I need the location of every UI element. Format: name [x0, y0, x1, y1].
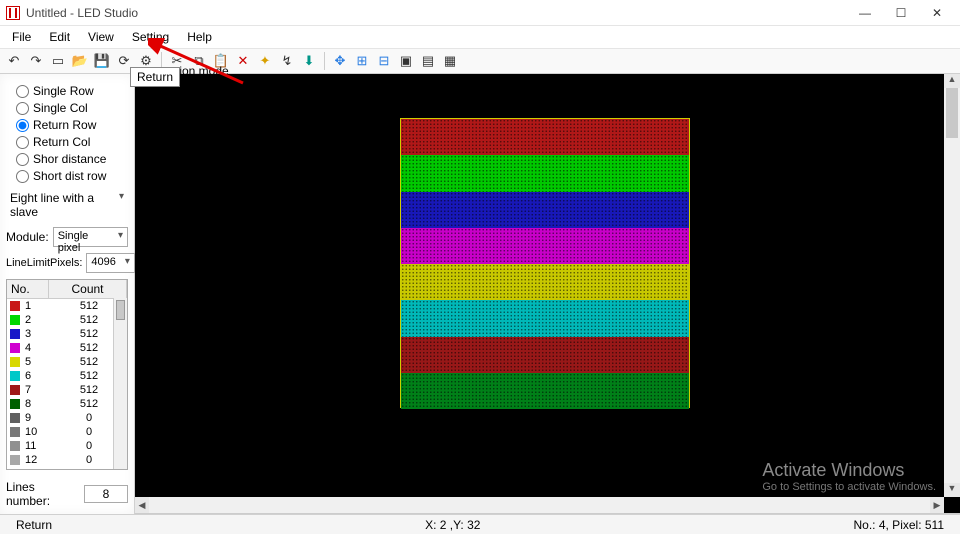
table-row[interactable]: 110: [7, 439, 127, 453]
table-row[interactable]: 1512: [7, 299, 127, 313]
save-icon[interactable]: 💾: [92, 51, 112, 71]
delete-icon[interactable]: ✕: [233, 51, 253, 71]
table-row[interactable]: 8512: [7, 397, 127, 411]
status-pixel: No.: 4, Pixel: 511: [844, 518, 955, 532]
menu-edit[interactable]: Edit: [41, 28, 78, 46]
led-band: [401, 373, 689, 409]
led-band: [401, 192, 689, 228]
table-row[interactable]: 120: [7, 453, 127, 467]
close-button[interactable]: ✕: [920, 2, 954, 24]
table-row[interactable]: 100: [7, 425, 127, 439]
led-band: [401, 155, 689, 191]
lines-table: No. Count 151225123512451255126512751285…: [6, 279, 128, 470]
col-no[interactable]: No.: [7, 280, 49, 298]
led-band: [401, 300, 689, 336]
lines-number-input[interactable]: [84, 485, 128, 503]
radio-single-col[interactable]: Single Col: [16, 101, 128, 115]
menu-view[interactable]: View: [80, 28, 122, 46]
tooltip-return: Return: [130, 67, 180, 87]
table-row[interactable]: 4512: [7, 341, 127, 355]
menubar: File Edit View Setting Help: [0, 26, 960, 49]
col-count[interactable]: Count: [49, 280, 127, 298]
led-panel[interactable]: [400, 118, 690, 408]
monitor-icon[interactable]: ▦: [440, 51, 460, 71]
table-scrollbar[interactable]: [113, 298, 127, 469]
canvas-scrollbar-vertical[interactable]: ▲▼: [944, 74, 960, 497]
star-icon[interactable]: ✦: [255, 51, 275, 71]
windows-watermark: Activate Windows Go to Settings to activ…: [762, 460, 936, 493]
table-row[interactable]: 3512: [7, 327, 127, 341]
maximize-button[interactable]: ☐: [884, 2, 918, 24]
linelimit-label: LineLimitPixels:: [6, 257, 82, 269]
table-row[interactable]: 7512: [7, 383, 127, 397]
status-left: Return: [6, 518, 62, 532]
window-title: Untitled - LED Studio: [26, 6, 848, 20]
table-row[interactable]: 90: [7, 411, 127, 425]
radio-short-distance[interactable]: Shor distance: [16, 152, 128, 166]
undo-icon[interactable]: ↶: [4, 51, 24, 71]
radio-single-row[interactable]: Single Row: [16, 84, 128, 98]
table-row[interactable]: 130: [7, 467, 127, 470]
toolbar-separator: [324, 52, 325, 70]
app-icon: [6, 6, 20, 20]
download-icon[interactable]: ⬇: [299, 51, 319, 71]
open-icon[interactable]: 📂: [70, 51, 90, 71]
status-coords: X: 2 ,Y: 32: [415, 518, 490, 532]
slave-select[interactable]: Eight line with a slave: [6, 189, 128, 221]
picture-icon[interactable]: ▣: [396, 51, 416, 71]
menu-help[interactable]: Help: [179, 28, 220, 46]
canvas[interactable]: Activate Windows Go to Settings to activ…: [135, 74, 960, 514]
titlebar: Untitled - LED Studio — ☐ ✕: [0, 0, 960, 26]
redo-icon[interactable]: ↷: [26, 51, 46, 71]
canvas-scrollbar-horizontal[interactable]: ◀▶: [135, 497, 944, 513]
table-row[interactable]: 2512: [7, 313, 127, 327]
grid-b-icon[interactable]: ⊟: [374, 51, 394, 71]
linelimit-select[interactable]: 4096: [86, 253, 134, 273]
module-label: Module:: [6, 230, 49, 244]
export-icon[interactable]: ▤: [418, 51, 438, 71]
radio-short-dist-row[interactable]: Short dist row: [16, 169, 128, 183]
menu-setting[interactable]: Setting: [124, 28, 177, 46]
menu-file[interactable]: File: [4, 28, 39, 46]
radio-return-col[interactable]: Return Col: [16, 135, 128, 149]
sidebar: ction mode Single Row Single Col Return …: [0, 74, 135, 514]
module-select[interactable]: Single pixel: [53, 227, 128, 247]
grid-a-icon[interactable]: ⊞: [352, 51, 372, 71]
led-band: [401, 337, 689, 373]
grid-move-icon[interactable]: ✥: [330, 51, 350, 71]
led-band: [401, 119, 689, 155]
new-icon[interactable]: ▭: [48, 51, 68, 71]
led-band: [401, 228, 689, 264]
table-row[interactable]: 6512: [7, 369, 127, 383]
radio-return-row[interactable]: Return Row: [16, 118, 128, 132]
link-icon[interactable]: ↯: [277, 51, 297, 71]
toolbar: ↶ ↷ ▭ 📂 💾 ⟳ ⚙ ✂ ⧉ 📋 ✕ ✦ ↯ ⬇ ✥ ⊞ ⊟ ▣ ▤ ▦ …: [0, 49, 960, 74]
minimize-button[interactable]: —: [848, 2, 882, 24]
led-band: [401, 264, 689, 300]
lines-number-label: Lines number:: [6, 480, 78, 508]
statusbar: Return X: 2 ,Y: 32 No.: 4, Pixel: 511: [0, 514, 960, 534]
table-row[interactable]: 5512: [7, 355, 127, 369]
connection-mode-group: ction mode Single Row Single Col Return …: [6, 84, 128, 183]
